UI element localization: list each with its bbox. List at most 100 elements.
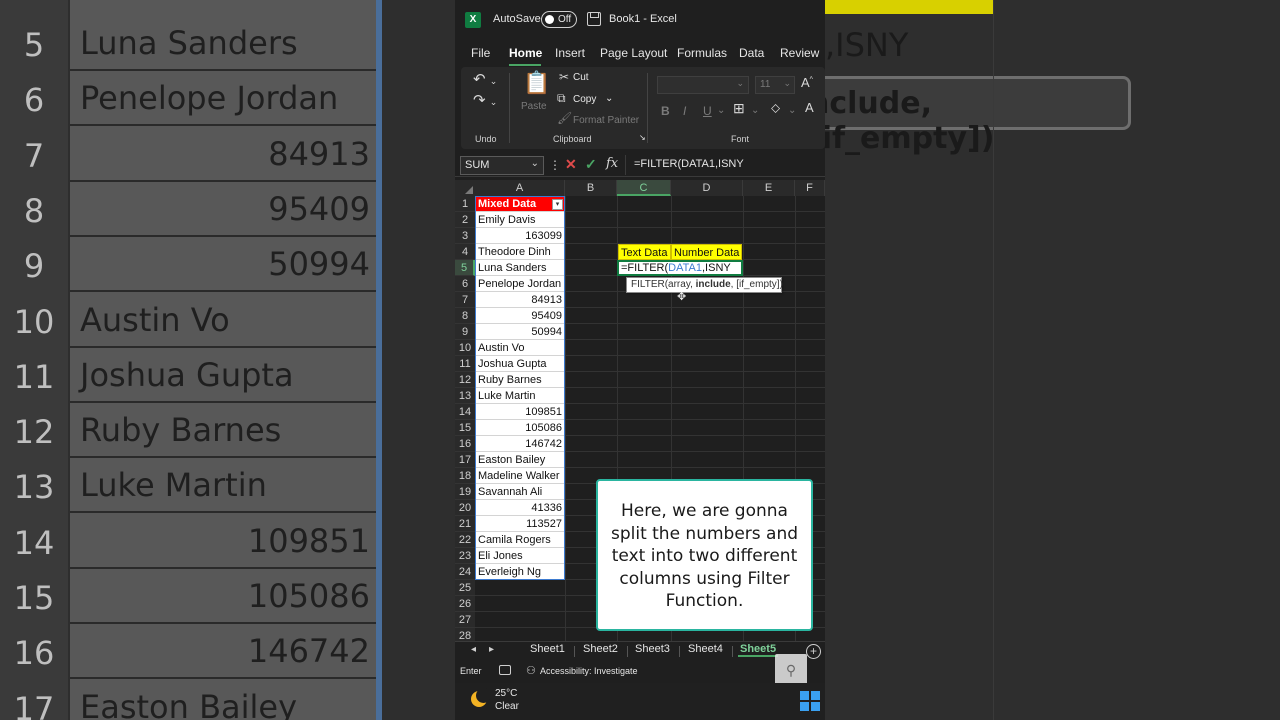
insert-function-icon[interactable]: fx <box>606 156 618 171</box>
cell-a[interactable]: 95409 <box>476 308 564 324</box>
name-box[interactable]: SUM ⌄ <box>460 156 544 175</box>
filter-dropdown-icon[interactable]: ▾ <box>552 199 563 210</box>
row-header-26[interactable]: 26 <box>455 596 475 612</box>
sheet-tab-4[interactable]: Sheet4 <box>686 643 725 655</box>
clipboard-launcher-icon[interactable]: ↘ <box>639 133 646 142</box>
cell-a[interactable]: Emily Davis <box>476 212 564 228</box>
row-header-21[interactable]: 21 <box>455 516 475 532</box>
underline-button[interactable]: U <box>703 104 712 118</box>
cell-a[interactable]: Camila Rogers <box>476 532 564 548</box>
borders-icon[interactable]: ⊞ <box>733 100 745 117</box>
copy-dropdown-icon[interactable]: ⌄ <box>605 93 613 104</box>
row-header-11[interactable]: 11 <box>455 356 475 372</box>
borders-dropdown-icon[interactable]: ⌄ <box>751 105 759 116</box>
undo-icon[interactable]: ↶ ⌄ <box>473 70 497 88</box>
cell-a[interactable]: Penelope Jordan <box>476 276 564 292</box>
cell-d4[interactable]: Number Data <box>671 244 742 260</box>
windows-start-icon[interactable] <box>800 691 820 711</box>
active-cell-c5[interactable]: =FILTER(DATA1,ISNY <box>617 260 743 276</box>
column-header-c[interactable]: C <box>617 180 671 196</box>
cell-a[interactable]: 84913 <box>476 292 564 308</box>
copy-button[interactable]: Copy <box>573 94 596 105</box>
function-tooltip[interactable]: FILTER(array, include, [if_empty]) <box>626 277 783 293</box>
cell-a[interactable]: Luna Sanders <box>476 260 564 276</box>
accessibility-status[interactable]: Accessibility: Investigate <box>540 666 638 676</box>
grow-font-icon[interactable]: A^ <box>801 75 813 90</box>
row-header-15[interactable]: 15 <box>455 420 475 436</box>
row-header-23[interactable]: 23 <box>455 548 475 564</box>
select-all-corner[interactable] <box>455 180 475 196</box>
bold-button[interactable]: B <box>661 104 670 118</box>
font-name-box[interactable]: ⌄ <box>657 76 749 94</box>
fill-dropdown-icon[interactable]: ⌄ <box>788 105 796 116</box>
row-header-12[interactable]: 12 <box>455 372 475 388</box>
formula-input[interactable]: =FILTER(DATA1,ISNY <box>625 155 825 175</box>
cell-a[interactable]: 50994 <box>476 324 564 340</box>
row-header-10[interactable]: 10 <box>455 340 475 356</box>
cell-a[interactable]: Joshua Gupta <box>476 356 564 372</box>
enter-check-icon[interactable]: ✓ <box>585 156 597 173</box>
cell-a[interactable]: Easton Bailey <box>476 452 564 468</box>
row-header-5[interactable]: 5 <box>455 260 475 276</box>
accessibility-icon[interactable]: ⚇ <box>526 664 536 677</box>
row-header-14[interactable]: 14 <box>455 404 475 420</box>
cancel-icon[interactable]: ✕ <box>565 156 577 173</box>
redo-icon[interactable]: ↷ ⌄ <box>473 91 497 109</box>
sheet-tab-2[interactable]: Sheet2 <box>581 643 620 655</box>
font-color-icon[interactable]: A <box>805 100 814 115</box>
more-options-icon[interactable]: ⋮ <box>549 158 561 172</box>
column-header-a[interactable]: A <box>475 180 565 196</box>
cell-a[interactable]: 163099 <box>476 228 564 244</box>
cell-a[interactable]: Savannah Ali <box>476 484 564 500</box>
column-header-f[interactable]: F <box>795 180 825 196</box>
cell-a[interactable]: Everleigh Ng <box>476 564 564 580</box>
tab-page-layout[interactable]: Page Layout <box>600 46 667 60</box>
column-header-b[interactable]: B <box>565 180 617 196</box>
cell-a[interactable]: 109851 <box>476 404 564 420</box>
italic-button[interactable]: I <box>683 104 686 118</box>
row-header-22[interactable]: 22 <box>455 532 475 548</box>
macro-record-icon[interactable] <box>499 665 511 675</box>
worksheet-grid[interactable]: A B C D E F 1 2 3 4 5 6 7 8 9 10 11 12 13 14 15 16 17 18 19 20 21 2… <box>455 180 825 644</box>
column-header-d[interactable]: D <box>671 180 743 196</box>
tab-data[interactable]: Data <box>739 46 764 60</box>
tab-insert[interactable]: Insert <box>555 46 585 60</box>
cell-c4[interactable]: Text Data <box>618 244 671 260</box>
row-header-7[interactable]: 7 <box>455 292 475 308</box>
row-header-4[interactable]: 4 <box>455 244 475 260</box>
tab-formulas[interactable]: Formulas <box>677 46 727 60</box>
cell-a[interactable]: Madeline Walker <box>476 468 564 484</box>
row-header-27[interactable]: 27 <box>455 612 475 628</box>
row-header-8[interactable]: 8 <box>455 308 475 324</box>
format-painter-button[interactable]: Format Painter <box>573 115 639 126</box>
tab-review[interactable]: Review <box>780 46 819 60</box>
sheet-tab-3[interactable]: Sheet3 <box>633 643 672 655</box>
cut-icon[interactable]: ✂ <box>559 70 569 84</box>
copy-icon[interactable]: ⧉ <box>557 91 566 106</box>
row-header-2[interactable]: 2 <box>455 212 475 228</box>
autosave-toggle[interactable]: Off <box>541 11 577 28</box>
cell-a[interactable]: Eli Jones <box>476 548 564 564</box>
row-header-25[interactable]: 25 <box>455 580 475 596</box>
sheet-tab-5[interactable]: Sheet5 <box>738 643 779 657</box>
cell-a[interactable]: Theodore Dinh <box>476 244 564 260</box>
row-header-16[interactable]: 16 <box>455 436 475 452</box>
cell-a[interactable]: 146742 <box>476 436 564 452</box>
add-sheet-icon[interactable]: + <box>806 644 821 659</box>
row-header-1[interactable]: 1 <box>455 196 475 212</box>
cell-a[interactable]: 113527 <box>476 516 564 532</box>
row-header-9[interactable]: 9 <box>455 324 475 340</box>
save-icon[interactable] <box>587 12 601 26</box>
cell-a[interactable]: 41336 <box>476 500 564 516</box>
fill-color-icon[interactable]: ⬦ <box>771 100 780 116</box>
tab-file[interactable]: File <box>471 46 490 60</box>
prev-sheet-icon[interactable]: ◂ <box>471 644 476 655</box>
paste-label[interactable]: Paste <box>521 101 547 112</box>
sheet-tab-1[interactable]: Sheet1 <box>528 643 567 655</box>
cell-a[interactable]: Ruby Barnes <box>476 372 564 388</box>
tab-home[interactable]: Home <box>509 46 542 60</box>
row-header-6[interactable]: 6 <box>455 276 475 292</box>
row-header-24[interactable]: 24 <box>455 564 475 580</box>
cell-a[interactable]: 105086 <box>476 420 564 436</box>
underline-dropdown-icon[interactable]: ⌄ <box>717 105 725 116</box>
